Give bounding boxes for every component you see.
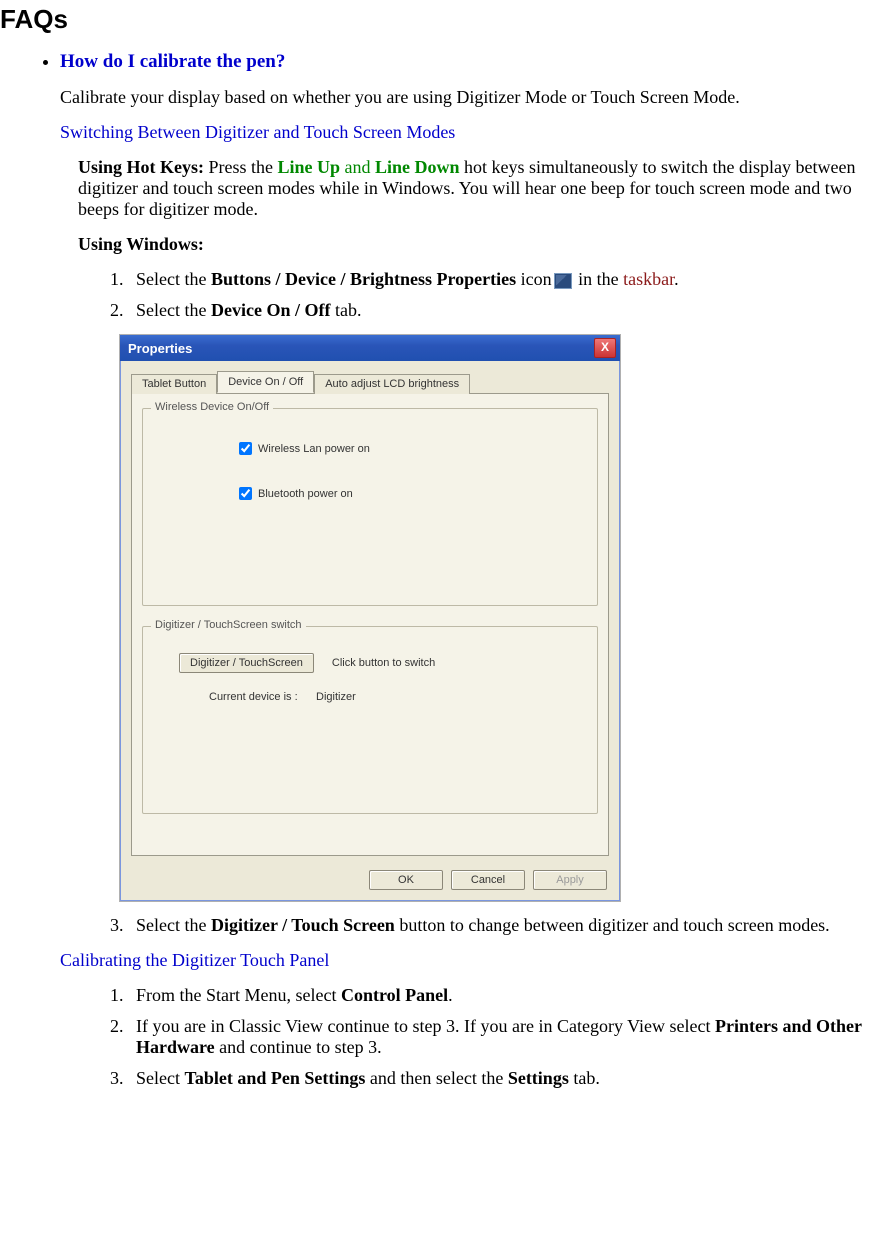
text: If you are in Classic View continue to s…: [136, 1016, 715, 1036]
using-windows-lead: Using Windows:: [78, 234, 896, 255]
text: tab.: [569, 1068, 600, 1088]
group-legend: Digitizer / TouchScreen switch: [151, 619, 306, 631]
group-wireless: Wireless Device On/Off Wireless Lan powe…: [142, 408, 598, 606]
page-title: FAQs: [0, 4, 896, 35]
text: Settings: [508, 1068, 569, 1088]
text: Device On / Off: [211, 300, 330, 320]
lineup-key: Line Up: [278, 157, 341, 177]
tabstrip: Tablet Button Device On / Off Auto adjus…: [131, 369, 609, 394]
text: Select the: [136, 915, 211, 935]
dialog-title: Properties: [128, 341, 192, 356]
text: Tablet and Pen Settings: [184, 1068, 365, 1088]
text: in the: [574, 269, 624, 289]
text: Press the: [204, 157, 278, 177]
group-digitizer-switch: Digitizer / TouchScreen switch Digitizer…: [142, 626, 598, 814]
subhead-switching: Switching Between Digitizer and Touch Sc…: [60, 122, 896, 143]
list-item: Select Tablet and Pen Settings and then …: [128, 1068, 896, 1089]
row-wlan: Wireless Lan power on: [235, 439, 585, 458]
bt-checkbox[interactable]: [239, 487, 252, 500]
faq-intro: Calibrate your display based on whether …: [60, 87, 896, 108]
apply-button[interactable]: Apply: [533, 870, 607, 890]
switch-row: Digitizer / TouchScreen Click button to …: [179, 653, 585, 673]
dialog-titlebar[interactable]: Properties X: [120, 335, 620, 361]
current-device-value: Digitizer: [316, 691, 356, 703]
hotkeys-lead: Using Hot Keys:: [78, 157, 204, 177]
wlan-checkbox[interactable]: [239, 442, 252, 455]
faq-question: How do I calibrate the pen?: [60, 51, 896, 73]
tab-auto-brightness[interactable]: Auto adjust LCD brightness: [314, 374, 470, 394]
digitizer-touchscreen-button[interactable]: Digitizer / TouchScreen: [179, 653, 314, 673]
text: .: [674, 269, 679, 289]
calibrate-steps: From the Start Menu, select Control Pane…: [60, 985, 896, 1089]
text: Digitizer / Touch Screen: [211, 915, 395, 935]
wlan-label: Wireless Lan power on: [258, 443, 370, 455]
text: Control Panel: [341, 985, 448, 1005]
ok-button[interactable]: OK: [369, 870, 443, 890]
bt-label: Bluetooth power on: [258, 488, 353, 500]
list-item: Select the Device On / Off tab.: [128, 300, 896, 321]
taskbar-term: taskbar: [623, 269, 674, 289]
text: and continue to step 3.: [215, 1037, 382, 1057]
switch-hint: Click button to switch: [332, 657, 435, 669]
text: Using Windows:: [78, 234, 204, 254]
linedown-key: Line Down: [375, 157, 460, 177]
dialog-body: Tablet Button Device On / Off Auto adjus…: [120, 361, 620, 901]
using-windows-steps: Select the Buttons / Device / Brightness…: [60, 269, 896, 321]
list-item: Select the Digitizer / Touch Screen butt…: [128, 915, 896, 936]
text: and: [340, 157, 375, 177]
text: button to change between digitizer and t…: [395, 915, 830, 935]
subhead-calibrating: Calibrating the Digitizer Touch Panel: [60, 950, 896, 971]
dialog-button-row: OK Cancel Apply: [369, 870, 607, 890]
text: icon: [516, 269, 552, 289]
text: .: [448, 985, 453, 1005]
row-bt: Bluetooth power on: [235, 484, 585, 503]
text: Select the: [136, 269, 211, 289]
group-legend: Wireless Device On/Off: [151, 401, 273, 413]
hotkeys-paragraph: Using Hot Keys: Press the Line Up and Li…: [78, 157, 896, 220]
list-item: Select the Buttons / Device / Brightness…: [128, 269, 896, 290]
properties-tray-icon: [554, 273, 572, 289]
tab-device-on-off[interactable]: Device On / Off: [217, 371, 314, 393]
tabpage: Wireless Device On/Off Wireless Lan powe…: [131, 394, 609, 856]
text: and then select the: [365, 1068, 507, 1088]
current-device-label: Current device is :: [209, 691, 298, 703]
properties-dialog: Properties X Tablet Button Device On / O…: [120, 335, 620, 901]
text: Buttons / Device / Brightness Properties: [211, 269, 516, 289]
list-item: If you are in Classic View continue to s…: [128, 1016, 896, 1058]
text: tab.: [330, 300, 361, 320]
text: Select the: [136, 300, 211, 320]
close-icon[interactable]: X: [594, 338, 616, 358]
list-item: From the Start Menu, select Control Pane…: [128, 985, 896, 1006]
current-device-row: Current device is : Digitizer: [209, 691, 585, 703]
text: Select: [136, 1068, 184, 1088]
text: From the Start Menu, select: [136, 985, 341, 1005]
cancel-button[interactable]: Cancel: [451, 870, 525, 890]
using-windows-steps-cont: Select the Digitizer / Touch Screen butt…: [60, 915, 896, 936]
tab-tablet-button[interactable]: Tablet Button: [131, 374, 217, 394]
